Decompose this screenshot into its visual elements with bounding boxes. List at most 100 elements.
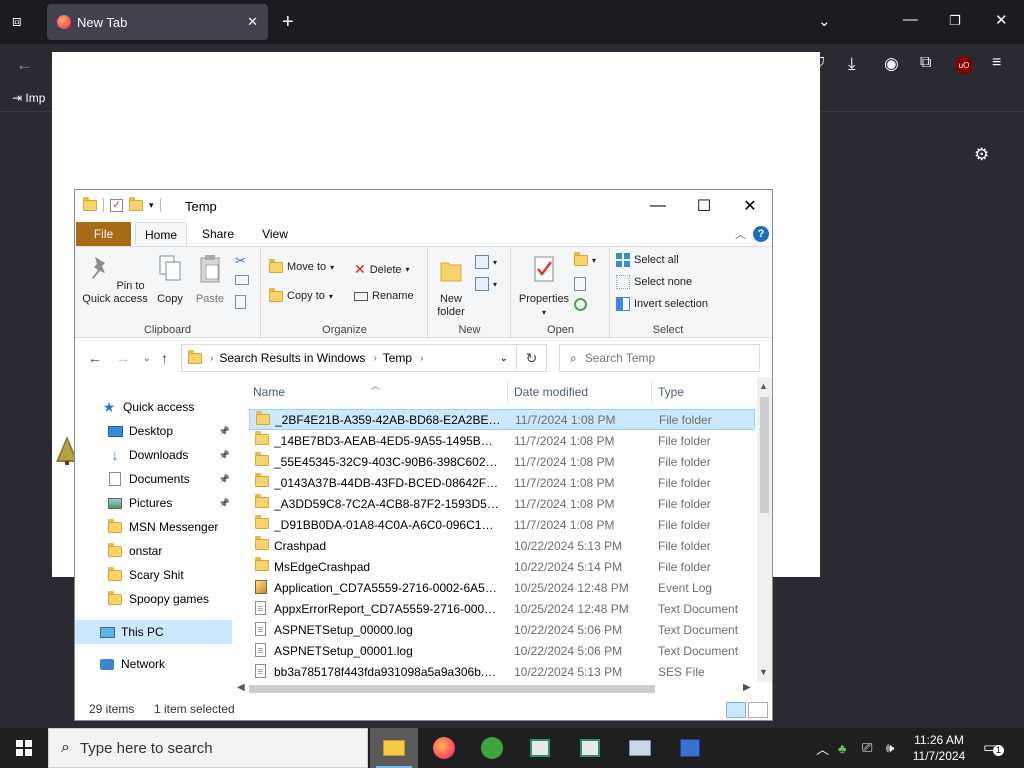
refresh-button[interactable]: ↻ — [517, 344, 547, 372]
address-dropdown-icon[interactable]: ⌄ — [500, 353, 508, 364]
nav-item[interactable]: Documents 📌 — [75, 467, 232, 491]
file-row[interactable]: _D91BB0DA-01A8-4C0A-A6C0-096C1966... 11/7… — [249, 514, 755, 535]
invert-selection-button[interactable]: Invert selection — [616, 297, 708, 311]
network-taskbar-icon[interactable] — [666, 728, 714, 768]
large-icons-view-button[interactable] — [748, 702, 768, 718]
pin-to-quick-access-button[interactable]: Pin to Quick access — [81, 253, 149, 306]
import-bookmarks-link[interactable]: ⇥ Imp — [12, 91, 45, 105]
tray-app-icon[interactable]: ♣ — [838, 728, 847, 768]
downloads-icon[interactable]: ⤓ — [848, 55, 856, 72]
close-tab-icon[interactable]: ✕ — [247, 14, 258, 30]
details-view-button[interactable] — [726, 702, 746, 718]
cut-icon[interactable]: ✂ — [235, 253, 246, 269]
firefox-taskbar-icon[interactable] — [420, 728, 468, 768]
close-button[interactable]: ✕ — [727, 190, 773, 222]
breadcrumb-separator-icon[interactable]: › — [373, 353, 376, 364]
settings-gear-icon[interactable]: ⚙ — [974, 146, 989, 163]
notifications-icon[interactable]: ▭ 1 — [983, 738, 1005, 758]
start-button[interactable] — [0, 728, 48, 768]
nav-item[interactable]: Spoopy games — [75, 587, 232, 611]
history-icon[interactable] — [574, 298, 587, 311]
copy-button[interactable]: Copy — [153, 253, 187, 306]
file-row[interactable]: Application_CD7A5559-2716-0002-6A5C-... 1… — [249, 577, 755, 598]
tab-view[interactable]: View — [251, 222, 299, 246]
forward-arrow-icon[interactable]: → — [116, 350, 130, 366]
column-date-modified[interactable]: Date modified — [514, 377, 644, 407]
nav-item[interactable]: onstar — [75, 539, 232, 563]
account-icon[interactable]: ◉ — [884, 55, 899, 72]
extensions-icon[interactable]: ⧉ — [920, 55, 931, 71]
nav-item[interactable]: Desktop 📌 — [75, 419, 232, 443]
paste-button[interactable]: Paste — [191, 253, 229, 306]
edit-icon[interactable] — [574, 277, 586, 291]
vertical-scroll-thumb[interactable] — [760, 397, 769, 513]
tab-new-tab[interactable]: New Tab ✕ — [47, 4, 268, 40]
scroll-up-icon[interactable]: ▲ — [759, 381, 768, 391]
tab-file[interactable]: File — [76, 222, 131, 246]
copy-to-button[interactable]: Copy to ▾ — [269, 287, 333, 302]
open-icon[interactable]: ▾ — [574, 252, 596, 266]
minimize-button[interactable]: — — [635, 190, 681, 222]
breadcrumb-separator-icon[interactable]: › — [420, 353, 423, 364]
file-row[interactable]: _14BE7BD3-AEAB-4ED5-9A55-1495BF434... 11/… — [249, 430, 755, 451]
computer-taskbar-icon[interactable] — [616, 728, 664, 768]
file-row[interactable]: Crashpad 10/22/2024 5:13 PM File folder — [249, 535, 755, 556]
ublock-origin-icon[interactable]: uO — [955, 56, 973, 74]
select-all-button[interactable]: Select all — [616, 253, 679, 267]
easy-access-icon[interactable]: ▾ — [475, 277, 497, 291]
scroll-down-icon[interactable]: ▼ — [759, 667, 768, 677]
scroll-right-icon[interactable]: ▶ — [743, 682, 751, 693]
tab-share[interactable]: Share — [193, 222, 243, 246]
messenger-taskbar-icon[interactable] — [468, 728, 516, 768]
column-name[interactable]: Name — [253, 377, 503, 407]
file-row[interactable]: _0143A37B-44DB-43FD-BCED-08642F559... 11/… — [249, 472, 755, 493]
file-explorer-taskbar-icon[interactable] — [370, 728, 418, 768]
back-arrow-icon[interactable]: ← — [88, 350, 102, 366]
horizontal-scrollbar[interactable]: ◀ ▶ — [235, 681, 757, 697]
address-bar[interactable]: › Search Results in Windows › Temp › ⌄ — [181, 344, 517, 372]
menu-icon[interactable]: ≡ — [992, 55, 1001, 71]
new-tab-icon[interactable]: + — [282, 12, 294, 32]
clock[interactable]: 11:26 AM 11/7/2024 — [906, 732, 972, 764]
nav-item[interactable]: ↓ Downloads 📌 — [75, 443, 232, 467]
vertical-scrollbar[interactable]: ▲ ▼ — [757, 377, 772, 682]
tab-home[interactable]: Home — [135, 222, 187, 246]
scroll-left-icon[interactable]: ◀ — [237, 682, 245, 693]
explorer-title-bar[interactable]: ✓ ▾ Temp — ☐ ✕ — [75, 190, 772, 222]
nav-this-pc[interactable]: This PC — [75, 620, 232, 644]
nav-item[interactable]: Scary Shit — [75, 563, 232, 587]
file-row[interactable]: bb3a785178f443fda931098a5a9a306b.db.s...… — [249, 661, 755, 682]
breadcrumb-separator-icon[interactable]: › — [210, 353, 213, 364]
file-row[interactable]: AppxErrorReport_CD7A5559-2716-0002-6... 1… — [249, 598, 755, 619]
back-icon[interactable]: ← — [16, 56, 33, 73]
taskbar-search-input[interactable]: ⌕ Type here to search — [48, 728, 368, 768]
list-all-tabs-icon[interactable]: ⌄ — [818, 14, 831, 29]
tab-list-icon[interactable]: ⧈ — [12, 14, 22, 29]
nav-item[interactable]: MSN Messenger — [75, 515, 232, 539]
new-folder-button[interactable]: New folder — [433, 253, 469, 319]
nav-quick-access[interactable]: ★ Quick access — [75, 395, 245, 419]
move-to-button[interactable]: Move to ▾ — [269, 258, 334, 273]
collapse-ribbon-icon[interactable]: ︿ — [735, 226, 746, 242]
customize-qat-icon[interactable]: ▾ — [149, 200, 154, 211]
network-tray-icon[interactable]: ⎚ — [862, 728, 872, 768]
breadcrumb-temp[interactable]: Temp — [383, 351, 412, 365]
nav-network[interactable]: Network — [75, 652, 232, 676]
properties-button[interactable]: Properties ▾ — [514, 253, 574, 319]
volume-icon[interactable]: 🕪 — [886, 728, 894, 768]
nav-item[interactable]: Pictures 📌 — [75, 491, 232, 515]
show-hidden-icons-icon[interactable]: ︿ — [816, 728, 829, 768]
new-item-icon[interactable]: ▾ — [475, 255, 497, 269]
copy-path-icon[interactable] — [235, 275, 249, 285]
minimize-window-icon[interactable]: — — [903, 12, 918, 27]
select-none-button[interactable]: Select none — [616, 275, 692, 289]
close-window-icon[interactable]: ✕ — [995, 13, 1008, 28]
file-row[interactable]: MsEdgeCrashpad 10/22/2024 5:14 PM File fol… — [249, 556, 755, 577]
file-row[interactable]: ASPNETSetup_00001.log 10/22/2024 5:06 PM T… — [249, 640, 755, 661]
recent-locations-icon[interactable]: ⌄ — [143, 353, 151, 364]
breadcrumb-search-results[interactable]: Search Results in Windows — [219, 351, 365, 365]
restore-window-icon[interactable]: ❐ — [949, 14, 961, 27]
maximize-button[interactable]: ☐ — [681, 190, 727, 222]
file-row[interactable]: ASPNETSetup_00000.log 10/22/2024 5:06 PM T… — [249, 619, 755, 640]
new-folder-qat-icon[interactable] — [129, 196, 143, 211]
